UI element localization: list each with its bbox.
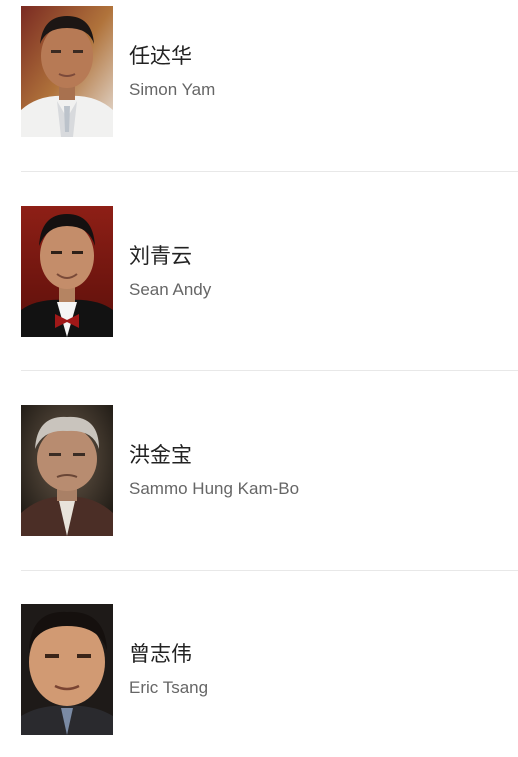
- cast-item[interactable]: 任达华 Simon Yam: [21, 6, 518, 137]
- actor-photo[interactable]: [21, 206, 113, 337]
- actor-english-name: Eric Tsang: [129, 678, 209, 697]
- actor-english-name: Simon Yam: [129, 80, 216, 99]
- portrait-icon: [21, 206, 113, 337]
- cast-item[interactable]: 曾志伟 Eric Tsang: [21, 604, 518, 735]
- cast-item[interactable]: 洪金宝 Sammo Hung Kam-Bo: [21, 405, 518, 536]
- actor-name[interactable]: 任达华: [129, 43, 192, 69]
- cast-item[interactable]: 刘青云 Sean Andy: [21, 206, 518, 337]
- cast-list: 任达华 Simon Yam 刘青云 Sean Andy 洪金宝 Sammo Hu…: [0, 0, 518, 757]
- portrait-icon: [21, 405, 113, 536]
- portrait-icon: [21, 604, 113, 735]
- actor-english-name: Sammo Hung Kam-Bo: [129, 479, 300, 498]
- actor-name[interactable]: 曾志伟: [129, 641, 192, 667]
- actor-english-name: Sean Andy: [129, 280, 212, 299]
- portrait-icon: [21, 6, 113, 137]
- divider: [21, 570, 518, 571]
- divider: [21, 171, 518, 172]
- actor-name[interactable]: 洪金宝: [129, 442, 192, 468]
- actor-photo[interactable]: [21, 405, 113, 536]
- actor-name[interactable]: 刘青云: [129, 243, 192, 269]
- actor-photo[interactable]: [21, 6, 113, 137]
- divider: [21, 370, 518, 371]
- actor-photo[interactable]: [21, 604, 113, 735]
